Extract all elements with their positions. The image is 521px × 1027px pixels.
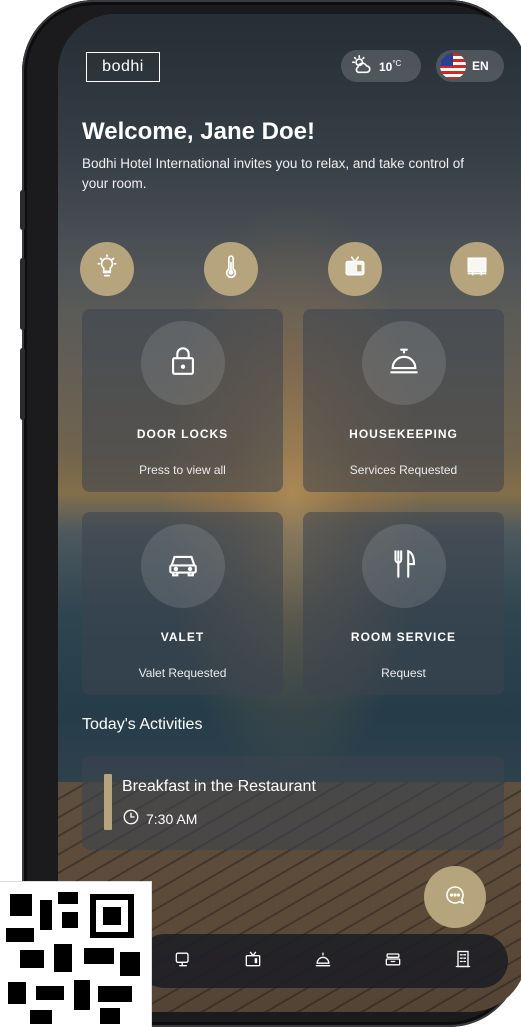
nav-item-housekeeping[interactable] — [303, 941, 343, 981]
card-icon-circle — [361, 524, 446, 608]
language-label: EN — [472, 59, 489, 73]
partly-cloudy-icon — [351, 54, 373, 79]
tv-control-button[interactable] — [328, 242, 382, 296]
activity-time: 7:30 AM — [122, 808, 197, 829]
card-subtitle: Request — [381, 666, 426, 680]
card-title: VALET — [160, 630, 205, 644]
clock-icon — [122, 808, 140, 829]
lightbulb-icon — [94, 253, 120, 285]
room-service-card[interactable]: ROOM SERVICE Request — [303, 512, 504, 695]
nav-item-room-service[interactable] — [373, 941, 413, 981]
door-locks-card[interactable]: DOOR LOCKS Press to view all — [82, 309, 283, 492]
window-blinds-icon — [464, 254, 490, 285]
app-content: bodhi 10°C EN Welcome, Jane Doe! Bodhi H… — [58, 14, 521, 1012]
card-icon-circle — [140, 524, 225, 608]
chat-bubble-icon — [443, 883, 467, 912]
card-icon-circle — [361, 321, 446, 405]
thermometer-icon — [218, 254, 244, 285]
tv-icon — [243, 949, 263, 974]
card-subtitle: Services Requested — [349, 463, 458, 477]
welcome-title: Welcome, Jane Doe! — [82, 118, 315, 145]
chat-devices-icon — [173, 949, 193, 974]
chat-button[interactable] — [424, 866, 486, 928]
nav-item-devices[interactable] — [163, 941, 203, 981]
app-screen: bodhi 10°C EN Welcome, Jane Doe! Bodhi H… — [58, 14, 521, 1012]
service-bell-icon — [313, 949, 333, 974]
tv-icon — [342, 254, 368, 285]
activities-section-title: Today's Activities — [82, 716, 203, 733]
welcome-subtitle: Bodhi Hotel International invites you to… — [82, 156, 464, 191]
activity-accent-bar — [104, 774, 112, 830]
service-bell-icon — [387, 344, 421, 383]
card-title: DOOR LOCKS — [136, 427, 229, 441]
activity-time-label: 7:30 AM — [146, 810, 198, 827]
tray-icon — [383, 949, 403, 974]
nav-item-hotel[interactable] — [443, 941, 483, 981]
activity-title: Breakfast in the Restaurant — [122, 778, 316, 795]
lock-icon — [166, 344, 200, 383]
silent-switch — [20, 190, 25, 230]
weather-widget[interactable]: 10°C — [341, 50, 421, 82]
temperature-control-button[interactable] — [204, 242, 258, 296]
car-icon — [166, 547, 200, 586]
valet-card[interactable]: VALET Valet Requested — [82, 512, 283, 695]
blinds-control-button[interactable] — [450, 242, 504, 296]
qr-code-image — [0, 881, 152, 1027]
us-flag-icon — [440, 53, 466, 79]
housekeeping-card[interactable]: HOUSEKEEPING Services Requested — [303, 309, 504, 492]
card-subtitle: Valet Requested — [138, 666, 227, 680]
nav-item-tv[interactable] — [233, 941, 273, 981]
volume-down-button — [20, 348, 25, 420]
card-title: ROOM SERVICE — [350, 630, 457, 644]
hotel-logo: bodhi — [86, 52, 160, 82]
language-selector[interactable]: EN — [436, 50, 504, 82]
activity-item[interactable]: Breakfast in the Restaurant 7:30 AM — [82, 756, 504, 850]
card-icon-circle — [140, 321, 225, 405]
card-subtitle: Press to view all — [139, 463, 226, 477]
bottom-navigation — [138, 934, 508, 988]
building-icon — [453, 949, 473, 974]
volume-up-button — [20, 258, 25, 330]
card-title: HOUSEKEEPING — [349, 427, 458, 441]
phone-frame: bodhi 10°C EN Welcome, Jane Doe! Bodhi H… — [20, 0, 521, 1027]
lighting-control-button[interactable] — [80, 242, 134, 296]
cutlery-icon — [387, 547, 421, 586]
temperature-readout: 10°C — [379, 58, 402, 74]
